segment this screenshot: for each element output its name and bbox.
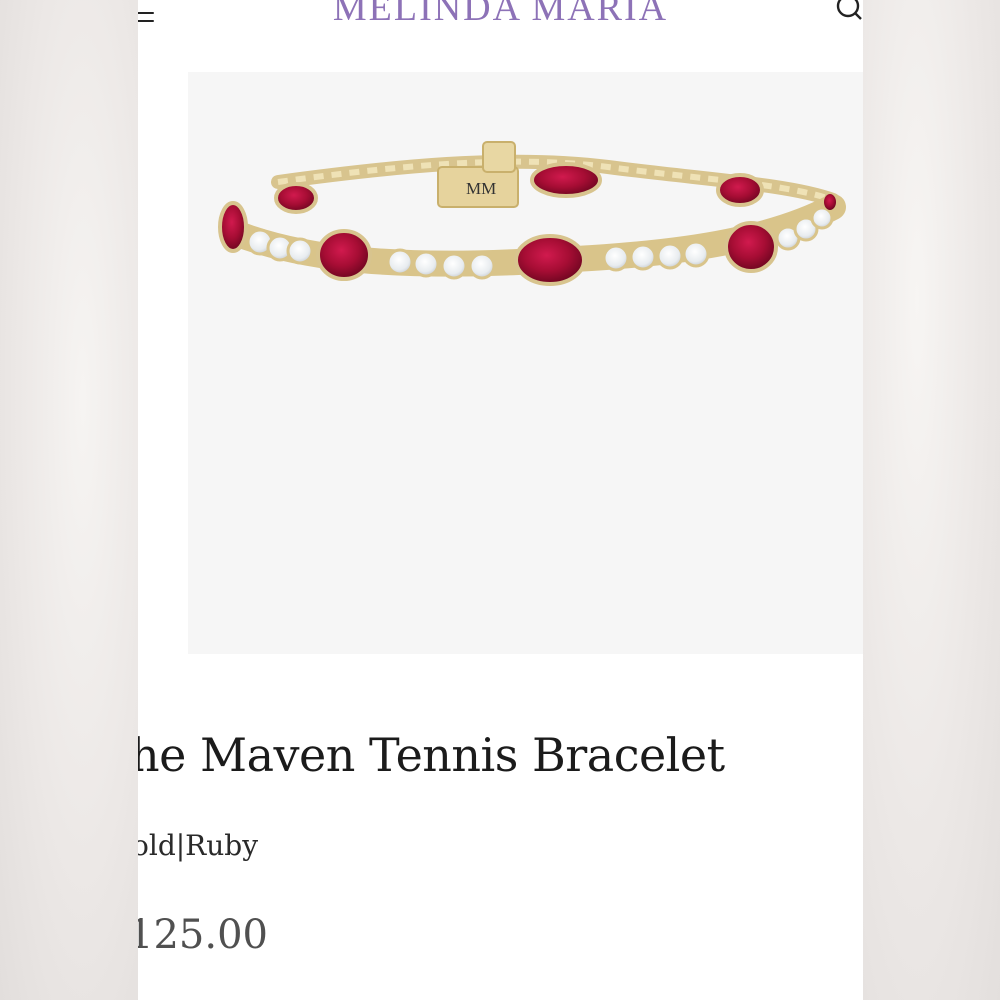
product-title: he Maven Tennis Bracelet xyxy=(138,728,725,782)
blurred-background-right xyxy=(862,0,1000,1000)
product-page: MELINDA MARIA MM he Maven Tennis Bracele… xyxy=(138,0,863,1000)
top-navigation-bar: MELINDA MARIA xyxy=(138,0,863,40)
clasp-engraving: MM xyxy=(466,179,496,198)
blurred-background-left xyxy=(0,0,138,1000)
product-price: 125.00 xyxy=(138,912,268,958)
brand-logo[interactable]: MELINDA MARIA xyxy=(138,0,863,30)
product-variant: old|Ruby xyxy=(138,829,259,862)
search-icon[interactable] xyxy=(833,0,863,22)
product-image[interactable]: MM xyxy=(188,72,863,654)
